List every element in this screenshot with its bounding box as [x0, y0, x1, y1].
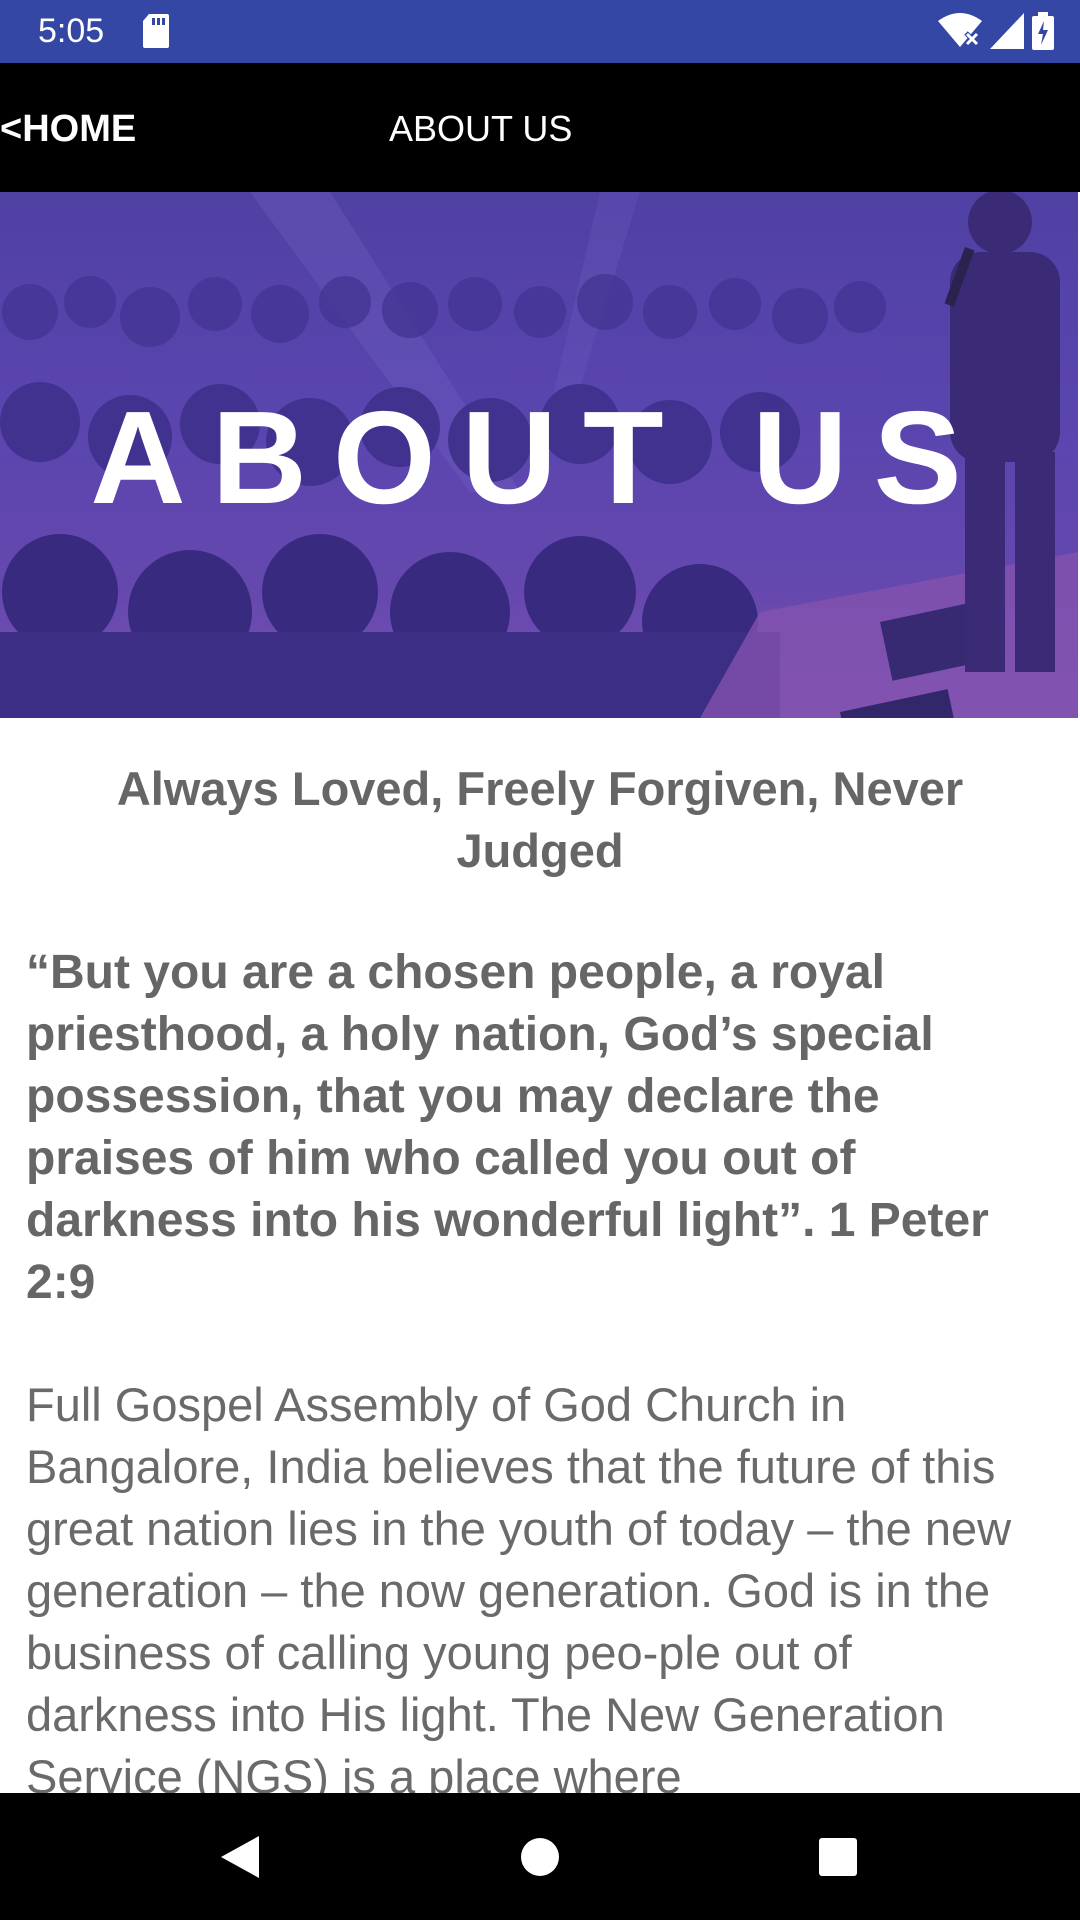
hero-title: ABOUT US — [90, 383, 988, 531]
tagline: Always Loved, Freely Forgiven, Never Jud… — [116, 762, 964, 877]
back-icon[interactable] — [200, 1793, 280, 1920]
about-content[interactable]: Always Loved, Freely Forgiven, Never Jud… — [0, 718, 1080, 1793]
sd-card-icon — [143, 14, 169, 53]
status-bar: 5:05 — [0, 0, 1080, 63]
home-back-link[interactable]: <HOME — [0, 63, 136, 192]
wifi-icon — [938, 13, 982, 54]
page-title: ABOUT US — [389, 108, 573, 149]
status-time: 5:05 — [38, 12, 105, 50]
app-bar: <HOME ABOUT US — [0, 63, 1080, 192]
home-icon[interactable] — [500, 1793, 580, 1920]
recents-icon[interactable] — [798, 1793, 878, 1920]
battery-icon — [1032, 12, 1054, 55]
hero-banner: ABOUT US — [0, 192, 1078, 718]
bible-verse: “But you are a chosen people, a royal pr… — [26, 946, 989, 1309]
signal-icon — [990, 13, 1024, 54]
about-paragraph: Full Gospel Assembly of God Church in Ba… — [26, 1378, 1012, 1793]
navigation-bar — [0, 1793, 1080, 1920]
